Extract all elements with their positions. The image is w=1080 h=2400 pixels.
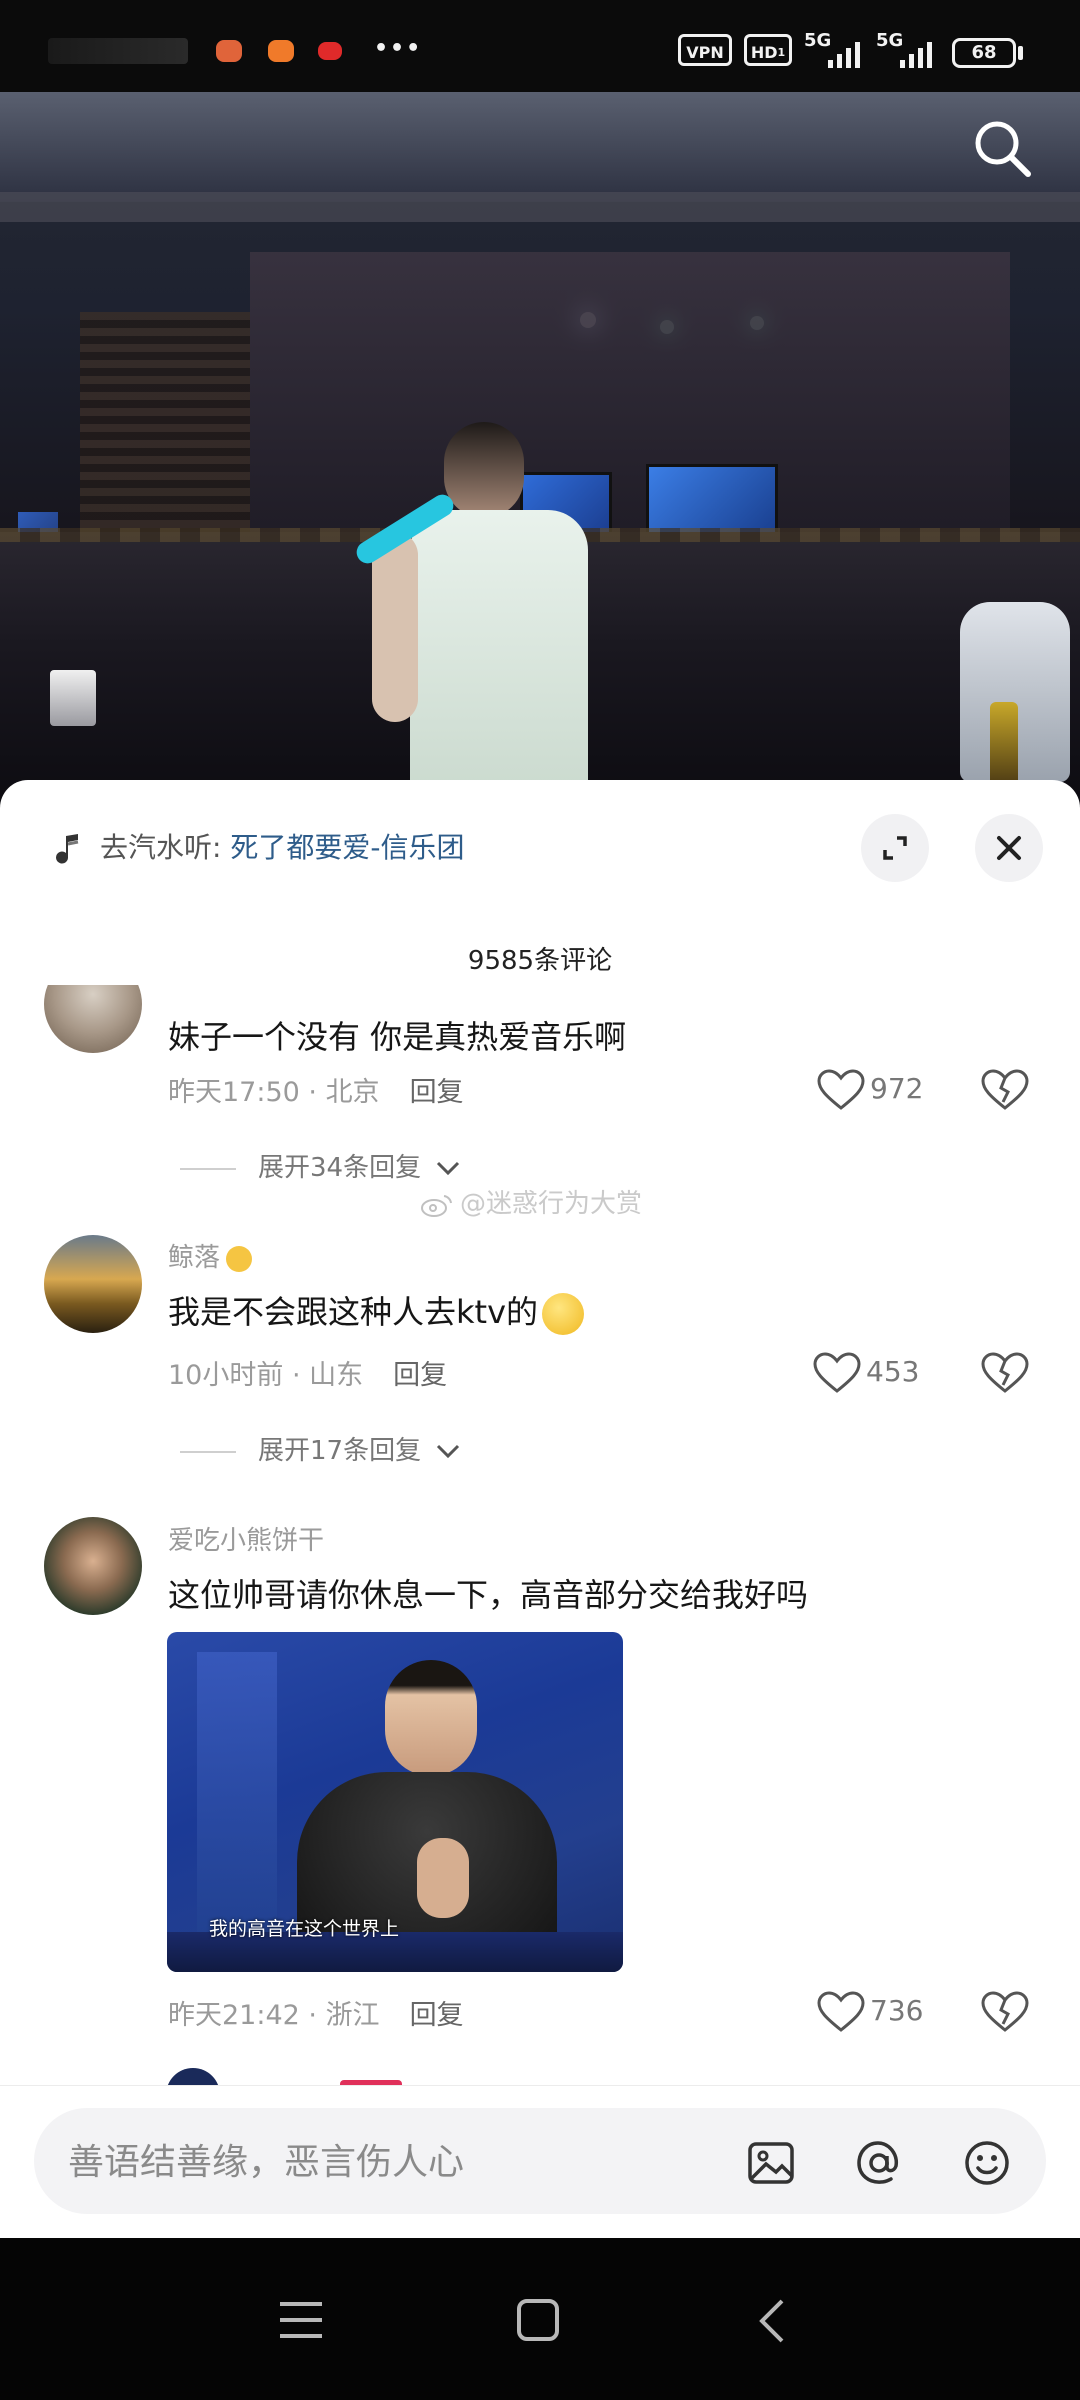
ceiling-beam — [0, 192, 1080, 222]
image-icon[interactable] — [746, 2138, 796, 2188]
back-icon[interactable] — [754, 2296, 790, 2346]
menu-icon[interactable] — [278, 2298, 324, 2342]
close-icon — [997, 836, 1021, 860]
battery-tip — [1018, 46, 1023, 60]
singer-head — [444, 422, 524, 518]
notification-icon-2 — [268, 40, 294, 62]
like-count: 736 — [870, 1994, 924, 2027]
username[interactable]: 鲸落 — [168, 1237, 253, 1274]
comment-image[interactable]: 我的高音在这个世界上 — [167, 1632, 623, 1972]
comment-meta: 10小时前 · 山东 回复 — [168, 1360, 448, 1391]
comment-count: 9585条评论 — [467, 946, 613, 976]
cup — [50, 670, 96, 726]
dislike-icon[interactable] — [980, 1351, 1030, 1395]
notification-icon-1 — [216, 40, 242, 62]
expand-replies[interactable]: 展开34条回复 — [180, 1147, 461, 1184]
avatar[interactable] — [44, 1517, 142, 1615]
watermark: @迷惑行为大赏 — [420, 1183, 642, 1220]
comment-input[interactable] — [66, 2108, 750, 2216]
reply-button[interactable]: 回复 — [410, 2000, 464, 2031]
dislike-icon[interactable] — [980, 1068, 1030, 1112]
emoji-picker-icon[interactable] — [962, 2138, 1012, 2188]
battery-icon: 68 — [952, 38, 1016, 68]
comment-meta: 昨天17:50 · 北京 回复 — [168, 1077, 464, 1108]
dislike-icon[interactable] — [980, 1990, 1030, 2034]
image-caption: 我的高音在这个世界上 — [209, 1918, 400, 1940]
chevron-down-icon — [437, 1444, 460, 1459]
chevron-down-icon — [437, 1161, 460, 1176]
like-count: 972 — [870, 1072, 924, 1105]
home-icon[interactable] — [514, 2296, 562, 2344]
music-note-icon — [56, 834, 79, 864]
battery-level: 68 — [971, 42, 997, 63]
comment-text: 我是不会跟这种人去ktv的 — [168, 1287, 585, 1335]
weibo-icon — [421, 1194, 452, 1217]
music-song-title[interactable]: 死了都要爱-信乐团 — [230, 831, 464, 864]
ceiling — [0, 92, 1080, 202]
signal-icon-1 — [828, 42, 860, 68]
signal-icon-2 — [900, 42, 932, 68]
singer-arm — [372, 532, 418, 722]
avatar[interactable] — [44, 1235, 142, 1333]
status-left-text — [48, 38, 188, 64]
at-mention-icon[interactable] — [854, 2138, 904, 2188]
close-button[interactable] — [975, 814, 1043, 882]
video-player[interactable] — [0, 92, 1080, 812]
reply-button[interactable]: 回复 — [393, 1360, 447, 1391]
status-bar: ••• VPN HD1 5G 5G 68 — [0, 0, 1080, 92]
comment-text: 妹子一个没有 你是真热爱音乐啊 — [168, 1018, 627, 1056]
comment-meta: 昨天21:42 · 浙江 回复 — [168, 2000, 464, 2031]
expand-icon — [883, 836, 907, 860]
username[interactable]: 爱吃小熊饼干 — [168, 1520, 324, 1557]
wall-center — [250, 252, 1010, 572]
hd-badge: HD1 — [744, 34, 792, 66]
system-navigation-bar — [0, 2238, 1080, 2400]
singer-body — [410, 510, 588, 812]
music-link[interactable]: 去汽水听: 死了都要爱-信乐团 — [54, 826, 464, 866]
like-icon[interactable] — [816, 1990, 866, 2034]
more-notifications-icon: ••• — [374, 36, 423, 61]
person-hand — [417, 1838, 469, 1918]
expand-replies[interactable]: 展开17条回复 — [180, 1430, 461, 1467]
reply-button[interactable]: 回复 — [410, 1077, 464, 1108]
building-silhouette — [197, 1652, 277, 1952]
emoji-icon — [226, 1245, 253, 1272]
music-prefix: 去汽水听: — [100, 831, 231, 864]
smile-emoji-icon — [542, 1293, 585, 1335]
expand-button[interactable] — [861, 814, 929, 882]
like-count: 453 — [866, 1355, 920, 1388]
vpn-badge: VPN — [678, 34, 732, 66]
comment-input-bar — [0, 2085, 1080, 2239]
like-icon[interactable] — [812, 1351, 862, 1395]
search-icon[interactable] — [972, 118, 1034, 180]
avatar[interactable] — [44, 985, 142, 1053]
notification-icon-3 — [318, 42, 342, 60]
like-icon[interactable] — [816, 1068, 866, 1112]
comment-text: 这位帅哥请你休息一下，高音部分交给我好吗 — [168, 1576, 809, 1614]
person-head — [385, 1660, 477, 1776]
comment-input-container — [34, 2108, 1046, 2216]
